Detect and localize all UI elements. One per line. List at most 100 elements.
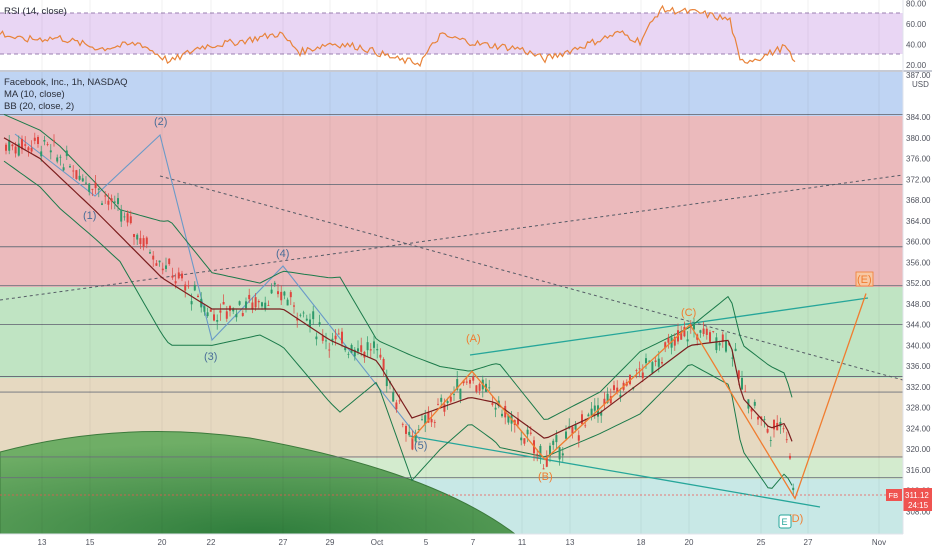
candle-body xyxy=(168,258,171,265)
candle-body xyxy=(574,424,577,430)
candle-body xyxy=(286,299,289,306)
candle-body xyxy=(254,297,257,308)
candle-body xyxy=(718,343,721,346)
candle-body xyxy=(478,383,481,391)
candle-body xyxy=(334,335,337,340)
time-axis[interactable]: 13 15 20 22 27 29 Oct 5 7 11 13 18 20 25 27 Nov xyxy=(0,533,932,550)
candle-body xyxy=(488,387,491,389)
candle-body xyxy=(30,147,33,152)
candle-body xyxy=(593,405,596,411)
candle-body xyxy=(686,339,689,342)
candle-body xyxy=(421,419,423,421)
candle-body xyxy=(782,428,785,430)
candle-body xyxy=(155,263,158,266)
candle-body xyxy=(190,301,193,305)
candle-body xyxy=(446,401,449,404)
price-tick-label: 384.00 xyxy=(906,113,931,122)
time-tick-label: 11 xyxy=(518,538,527,547)
candle-body xyxy=(142,238,145,247)
candle-body xyxy=(661,362,663,364)
candle-body xyxy=(113,201,116,203)
candle-body xyxy=(235,314,238,318)
candle-body xyxy=(257,301,260,303)
candle-body xyxy=(245,301,247,309)
candle-body xyxy=(337,333,340,335)
candle-body xyxy=(40,151,43,157)
candle-body xyxy=(715,337,718,351)
time-tick-label: 7 xyxy=(471,538,476,547)
candle-body xyxy=(241,313,244,316)
wave-label-a: (A) xyxy=(466,333,481,345)
candle-body xyxy=(357,348,359,352)
time-tick-label: 29 xyxy=(326,538,335,547)
candle-body xyxy=(437,403,439,405)
candle-body xyxy=(171,275,174,278)
rsi-title: RSI (14, close) xyxy=(4,6,67,17)
candle-body xyxy=(491,403,494,405)
candle-body xyxy=(184,284,187,291)
candle-body xyxy=(161,268,164,271)
candle-body xyxy=(264,302,267,309)
candle-body xyxy=(120,209,123,222)
candle-body xyxy=(33,137,36,141)
candle-body xyxy=(638,368,641,370)
candle-body xyxy=(53,140,55,142)
zone-blue xyxy=(0,72,903,116)
chart-svg[interactable]: RSI (14, close) 80.00 60.00 40.00 20.00 xyxy=(0,0,932,550)
candle-body xyxy=(494,407,497,410)
candle-body xyxy=(584,425,587,427)
candle-body xyxy=(302,312,305,314)
time-tick-label: 18 xyxy=(637,538,646,547)
candle-body xyxy=(104,195,107,197)
candle-body xyxy=(360,345,363,352)
candle-body xyxy=(158,260,161,263)
candle-body xyxy=(635,370,638,372)
candle-body xyxy=(702,328,705,334)
candle-body xyxy=(645,358,647,364)
candle-body xyxy=(401,423,404,425)
candle-body xyxy=(379,354,382,358)
price-tick-label: 368.00 xyxy=(906,196,931,205)
candle-body xyxy=(785,439,788,441)
candle-body xyxy=(744,391,747,393)
legend-symbol[interactable]: Facebook, Inc., 1h, NASDAQ xyxy=(4,77,128,88)
candle-body xyxy=(27,147,30,151)
chart-container[interactable]: RSI (14, close) 80.00 60.00 40.00 20.00 xyxy=(0,0,932,550)
candle-body xyxy=(59,156,62,158)
candle-body xyxy=(405,425,407,434)
legend-ma[interactable]: MA (10, close) xyxy=(4,89,65,100)
candle-body xyxy=(123,216,126,218)
candle-body xyxy=(209,309,212,312)
candle-body xyxy=(248,294,251,300)
candle-body xyxy=(133,234,135,237)
candle-body xyxy=(37,137,39,144)
candle-body xyxy=(587,414,590,417)
candle-body xyxy=(667,337,670,343)
candle-body xyxy=(181,273,183,279)
candle-body xyxy=(5,144,7,151)
price-panel: (1) (2) (3) (4) (5) (A) (B) (C) (D) (E) … xyxy=(0,0,932,550)
candle-body xyxy=(270,289,273,294)
time-tick-label: Nov xyxy=(872,538,886,547)
candle-body xyxy=(81,178,84,182)
candle-body xyxy=(741,377,743,390)
candle-body xyxy=(65,150,68,157)
candle-body xyxy=(792,487,795,491)
candle-body xyxy=(267,305,270,306)
candle-body xyxy=(219,310,222,313)
candle-body xyxy=(280,291,283,301)
candle-body xyxy=(216,320,219,322)
earnings-marker[interactable]: E xyxy=(778,514,792,529)
candle-body xyxy=(683,326,686,337)
candle-body xyxy=(581,414,583,425)
candle-body xyxy=(763,418,766,420)
price-tick-label: 360.00 xyxy=(906,238,931,247)
legend-bb[interactable]: BB (20, close, 2) xyxy=(4,101,74,112)
wave-label-c: (C) xyxy=(681,307,696,319)
candle-body xyxy=(238,301,241,305)
candle-body xyxy=(85,182,87,184)
candle-body xyxy=(177,272,180,279)
candle-body xyxy=(705,328,708,335)
last-price-countdown: 24:15 xyxy=(908,501,929,510)
candle-body xyxy=(88,183,91,193)
